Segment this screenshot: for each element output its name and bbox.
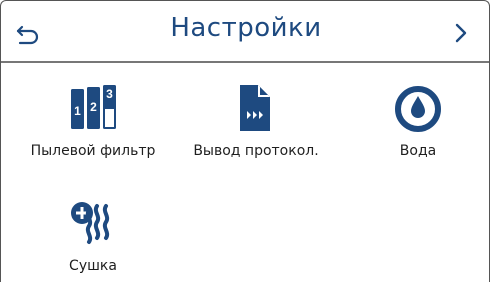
- dust-filter-icon: 1 2 3: [71, 85, 116, 129]
- tile-label: Сушка: [69, 258, 117, 274]
- back-button[interactable]: [11, 15, 47, 51]
- svg-text:3: 3: [106, 87, 113, 101]
- svg-text:2: 2: [90, 100, 97, 114]
- tile-dust-filter[interactable]: 1 2 3 Пылевой фильтр: [13, 81, 173, 181]
- water-drop-icon: [395, 86, 441, 132]
- settings-screen: Настройки 1 2 3 Пылевой фильтр Вывод про…: [0, 0, 490, 282]
- tile-protocol-output[interactable]: Вывод протокол.: [176, 81, 336, 181]
- tile-water[interactable]: Вода: [338, 81, 490, 181]
- svg-text:1: 1: [74, 104, 81, 118]
- back-arrow-icon: [16, 25, 39, 45]
- tile-label: Вывод протокол.: [193, 143, 319, 159]
- header-bar: Настройки: [1, 1, 489, 63]
- next-button[interactable]: [443, 15, 479, 51]
- tile-drying[interactable]: Сушка: [13, 196, 173, 296]
- protocol-output-icon: [240, 85, 270, 131]
- tile-label: Пылевой фильтр: [30, 143, 156, 159]
- tile-label: Вода: [399, 143, 437, 159]
- drying-icon: [71, 202, 110, 244]
- chevron-right-icon: [455, 23, 467, 43]
- page-title: Настройки: [170, 13, 322, 43]
